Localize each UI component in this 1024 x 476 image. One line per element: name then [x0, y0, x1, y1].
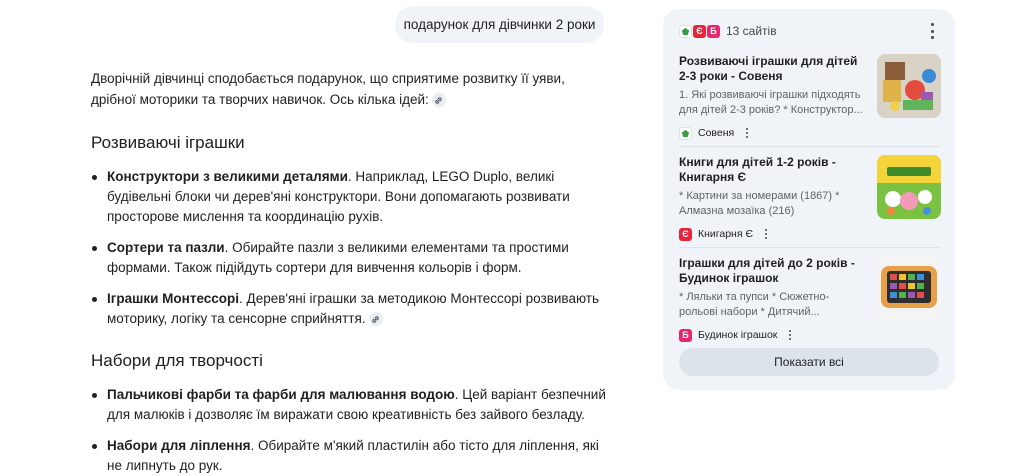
more-options-icon[interactable]: [761, 229, 771, 239]
answer-body: Дворічній дівчинці сподобається подаруно…: [91, 68, 611, 476]
more-options-icon[interactable]: [742, 128, 752, 138]
list-item-bold: Пальчикові фарби та фарби для малювання …: [107, 387, 455, 402]
toys-photo-thumbnail: [877, 54, 941, 118]
source-link-icon[interactable]: [431, 93, 446, 108]
divider: [679, 146, 941, 147]
user-query-bubble: подарунок для дівчинки 2 роки: [395, 6, 604, 43]
kids-book-cover-thumbnail: [877, 155, 941, 219]
list-item: Конструктори з великими деталями. Наприк…: [91, 167, 611, 227]
list-item-bold: Набори для ліплення: [107, 438, 251, 453]
list-item: Іграшки Монтессорі. Дерев'яні іграшки за…: [91, 289, 611, 329]
list-item-bold: Конструктори з великими деталями: [107, 169, 348, 184]
source-card[interactable]: Іграшки для дітей до 2 років - Будинок і…: [679, 256, 941, 342]
more-options-icon[interactable]: [785, 330, 795, 340]
source-card-site: Совеня: [679, 125, 941, 141]
budynok-ihrashok-icon: Б: [679, 328, 692, 342]
more-options-icon[interactable]: [925, 23, 939, 39]
list-item-bold: Сортери та пазли: [107, 240, 225, 255]
budynok-ihrashok-icon: Б: [707, 24, 720, 38]
section-list-developmental-toys: Конструктори з великими деталями. Наприк…: [91, 167, 611, 329]
source-site-name: Будинок іграшок: [698, 329, 778, 341]
source-card-title: Іграшки для дітей до 2 років - Будинок і…: [679, 256, 855, 285]
source-site-name: Совеня: [698, 127, 735, 139]
knyharnia-ye-icon: Є: [679, 227, 692, 241]
source-card-title: Книги для дітей 1-2 років - Книгарня Є: [679, 155, 836, 184]
sovenia-icon: [679, 126, 692, 140]
source-card[interactable]: Книги для дітей 1-2 років - Книгарня Є *…: [679, 155, 941, 241]
source-link-icon[interactable]: [368, 312, 383, 327]
section-title-developmental-toys: Розвиваючі іграшки: [91, 133, 245, 152]
list-item: Пальчикові фарби та фарби для малювання …: [91, 385, 611, 425]
user-query-text: подарунок для дівчинки 2 роки: [403, 17, 596, 32]
source-card-site: Б Будинок іграшок: [679, 327, 941, 343]
toy-tablet-thumbnail: [877, 256, 941, 320]
source-card[interactable]: Розвиваючі іграшки для дітей 2-3 роки - …: [679, 54, 941, 140]
sovenia-icon: [679, 24, 692, 38]
source-card-snippet: * Ляльки та пупси * Сюжетно-рольові набо…: [679, 291, 830, 318]
list-item: Набори для ліплення. Обирайте м'який пла…: [91, 436, 611, 476]
answer-intro-text: Дворічній дівчинці сподобається подаруно…: [91, 71, 565, 107]
knyharnia-ye-icon: Є: [693, 24, 706, 38]
sources-panel: Є Б 13 сайтів Розвиваючі іграшки для діт…: [663, 9, 955, 390]
source-card-snippet: 1. Які розвиваючі іграшки підходять для …: [679, 89, 863, 116]
list-item: Сортери та пазли. Обирайте пазли з велик…: [91, 238, 611, 278]
source-site-name: Книгарня Є: [698, 228, 754, 240]
sources-header[interactable]: Є Б 13 сайтів: [679, 21, 777, 41]
source-card-site: Є Книгарня Є: [679, 226, 941, 242]
section-title-creative-kits: Набори для творчості: [91, 351, 263, 370]
list-item-bold: Іграшки Монтессорі: [107, 291, 240, 306]
show-all-button[interactable]: Показати всі: [679, 348, 939, 376]
answer-intro: Дворічній дівчинці сподобається подаруно…: [91, 68, 611, 110]
source-card-title: Розвиваючі іграшки для дітей 2-3 роки - …: [679, 54, 858, 83]
sites-count: 13 сайтів: [726, 24, 777, 38]
source-card-snippet: * Картини за номерами (1867) * Алмазна м…: [679, 190, 840, 217]
section-list-creative-kits: Пальчикові фарби та фарби для малювання …: [91, 385, 611, 476]
source-favicons: Є Б: [679, 24, 721, 38]
divider: [679, 247, 941, 248]
